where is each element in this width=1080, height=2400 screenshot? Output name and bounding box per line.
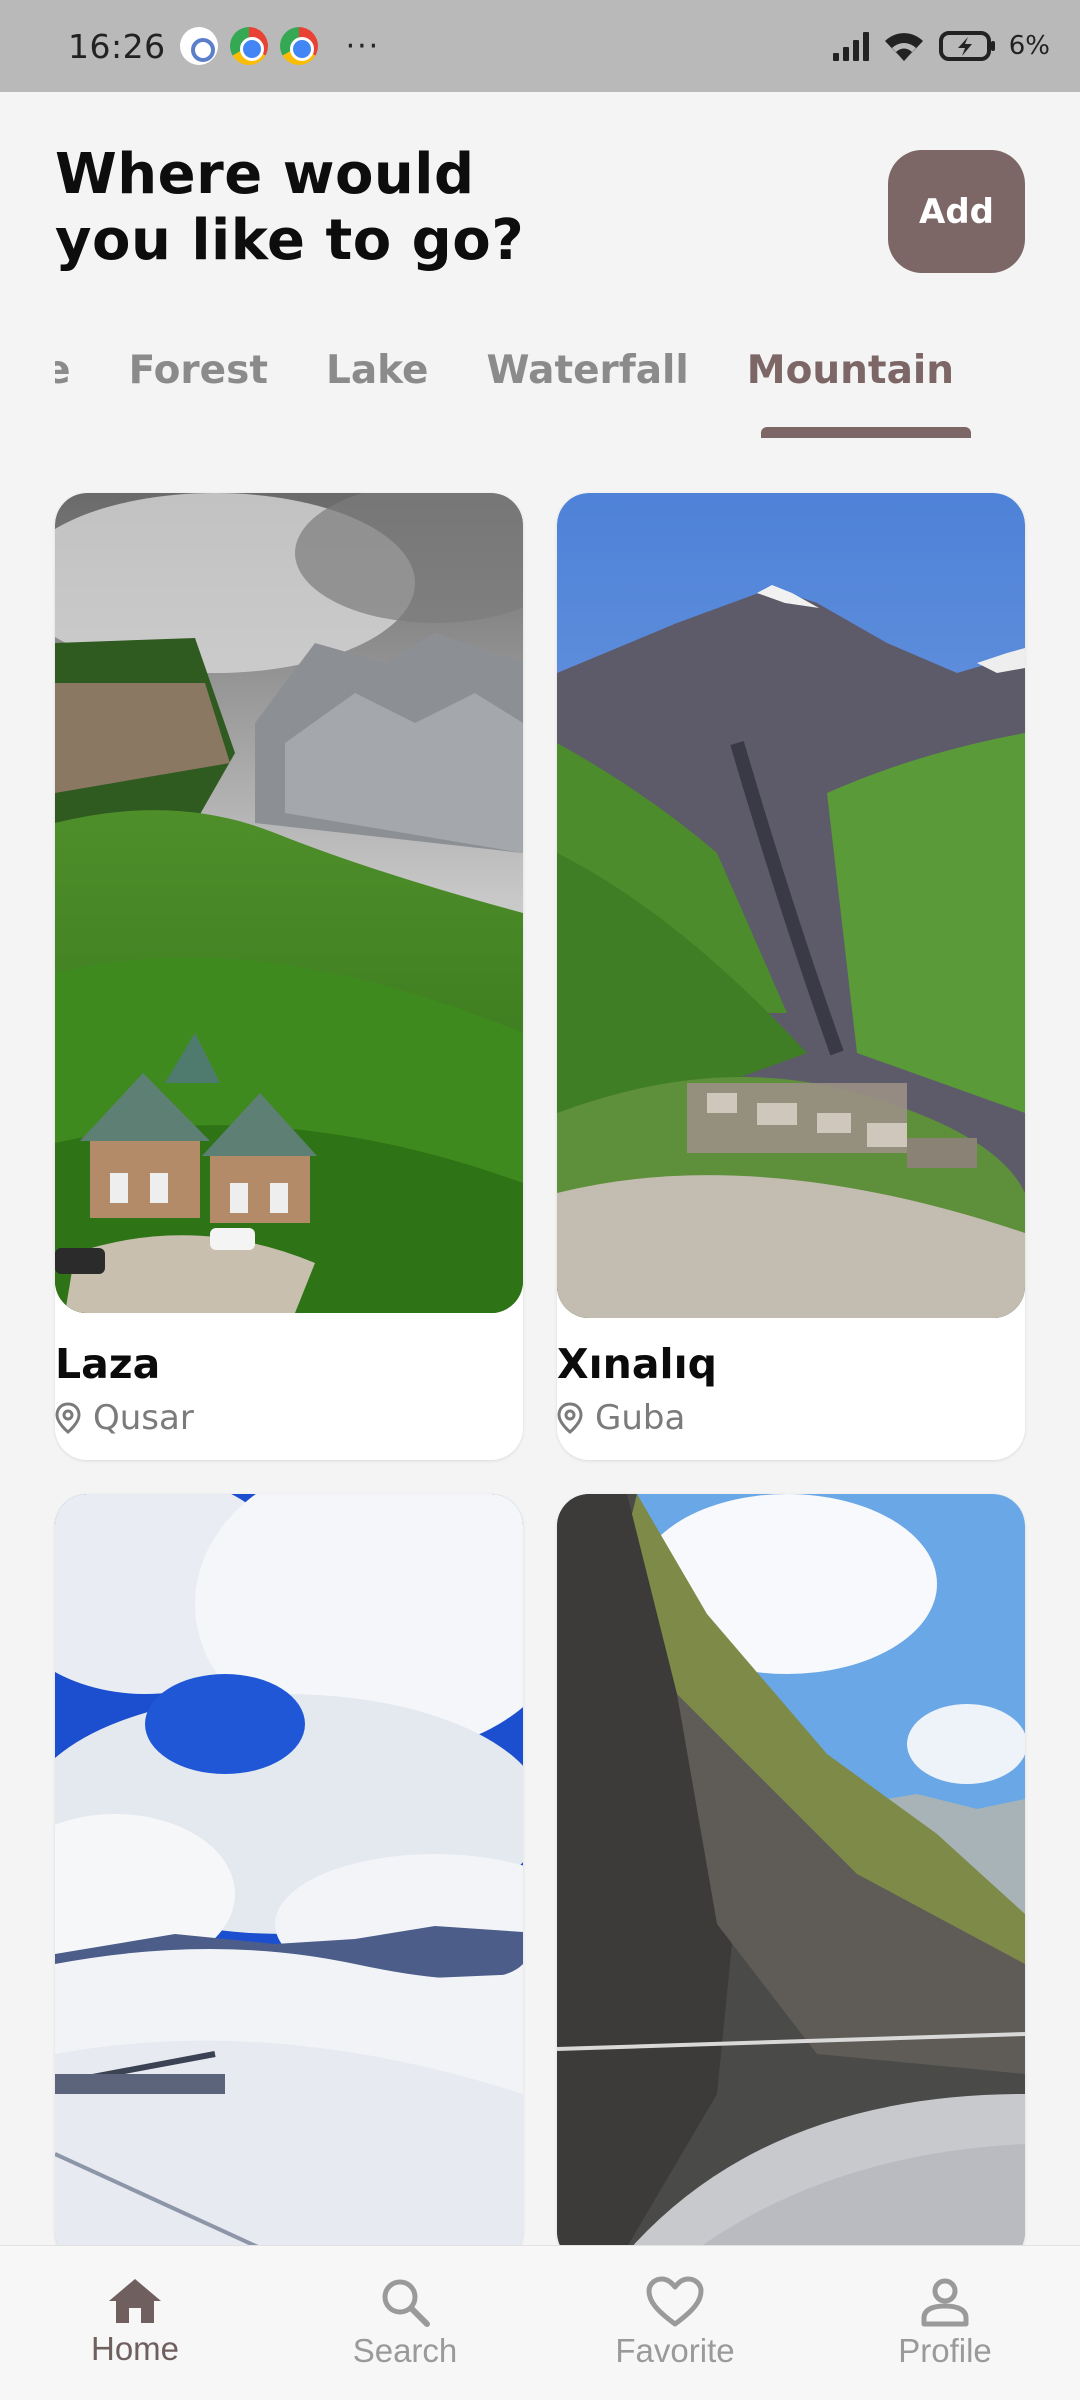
place-location-text: Qusar [93, 1398, 194, 1438]
tab-mountain[interactable]: Mountain [747, 348, 954, 393]
status-right: 6% [832, 29, 1050, 63]
tab-forest[interactable]: Forest [129, 348, 268, 393]
place-photo [557, 493, 1025, 1318]
search-icon [379, 2276, 431, 2328]
status-time: 16:26 [68, 26, 166, 66]
nav-label: Favorite [615, 2332, 735, 2369]
place-name: Xınalıq [557, 1340, 717, 1388]
profile-icon [919, 2276, 971, 2328]
more-notifications-icon: ··· [345, 28, 381, 64]
bottom-navigation: Home Search Favorite Profile [0, 2245, 1080, 2400]
wifi-icon [881, 29, 927, 63]
place-location: Qusar [55, 1398, 194, 1438]
page-title: Where would you like to go? [55, 142, 524, 274]
nav-label: Profile [898, 2332, 992, 2369]
place-card[interactable]: Laza Qusar [55, 493, 523, 1460]
place-name: Laza [55, 1340, 161, 1388]
nav-label: Search [352, 2332, 458, 2369]
tab-lake[interactable]: Lake [326, 348, 429, 393]
category-tabs-row: ce Forest Lake Waterfall Mountain [55, 340, 1012, 400]
place-photo [55, 493, 523, 1313]
tab-partial[interactable]: ce [55, 348, 71, 393]
signal-icon [832, 31, 869, 61]
place-location: Guba [557, 1398, 685, 1438]
location-pin-icon [55, 1402, 81, 1434]
battery-level: 6% [1008, 31, 1050, 61]
nav-label: Home [90, 2330, 180, 2367]
location-pin-icon [557, 1402, 583, 1434]
settings-app-icon [179, 27, 218, 65]
place-card[interactable] [55, 1494, 523, 2264]
nav-item-search[interactable]: Search [270, 2246, 540, 2400]
tab-waterfall[interactable]: Waterfall [487, 348, 689, 393]
battery-charging-icon [938, 30, 997, 62]
place-photo [557, 1494, 1025, 2264]
nav-item-favorite[interactable]: Favorite [540, 2246, 810, 2400]
chrome-icon [229, 27, 268, 65]
place-card[interactable]: Xınalıq Guba [557, 493, 1025, 1460]
page-title-line: Where would [55, 142, 475, 207]
active-tab-indicator [761, 427, 971, 438]
heart-icon [646, 2276, 704, 2328]
place-card[interactable] [557, 1494, 1025, 2264]
nav-item-home[interactable]: Home [0, 2246, 270, 2400]
add-button[interactable]: Add [888, 150, 1025, 273]
place-location-text: Guba [595, 1398, 686, 1438]
place-photo [55, 1494, 523, 2264]
status-bar: 16:26 ··· 6% [0, 0, 1080, 92]
home-icon [106, 2276, 164, 2326]
nav-item-profile[interactable]: Profile [810, 2246, 1080, 2400]
chrome-icon [279, 27, 318, 65]
page-title-line: you like to go? [55, 208, 525, 273]
